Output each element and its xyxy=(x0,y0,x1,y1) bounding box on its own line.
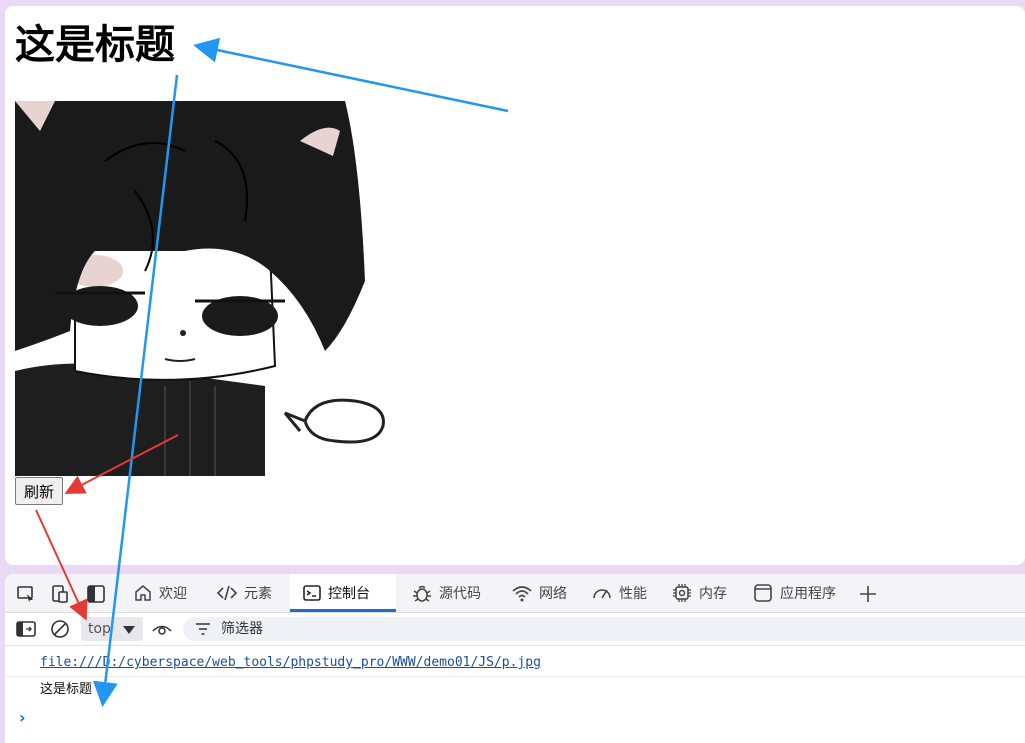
tab-application[interactable]: 应用程序 xyxy=(748,574,840,612)
caret-down-icon xyxy=(123,626,135,634)
inspect-element-icon[interactable] xyxy=(15,583,37,605)
tab-label: 内存 xyxy=(699,586,727,602)
tab-label: 欢迎 xyxy=(159,586,187,602)
device-toolbar-icon[interactable] xyxy=(49,583,71,605)
console-file-link[interactable]: file:///D:/cyberspace/web_tools/phpstudy… xyxy=(40,655,541,670)
sidebar-toggle-icon[interactable] xyxy=(15,618,37,640)
tab-label: 应用程序 xyxy=(780,586,836,602)
context-selector[interactable]: top xyxy=(81,617,143,641)
console-prompt-icon[interactable]: › xyxy=(19,708,26,727)
console-toolbar: top xyxy=(5,613,1025,646)
page-title: 这是标题 xyxy=(15,22,175,68)
context-value: top xyxy=(88,621,111,637)
tab-label: 性能 xyxy=(619,586,647,602)
tab-network[interactable]: 网络 xyxy=(507,574,571,612)
refresh-button[interactable]: 刷新 xyxy=(15,477,64,505)
tab-console[interactable]: 控制台 xyxy=(290,574,396,612)
console-message: 这是标题 xyxy=(5,677,1025,703)
add-tab-icon[interactable] xyxy=(857,583,879,605)
devtools-panel: 欢迎 元素 控制台 源代码 网络 性能 内存 应用程序 top 筛选器 file… xyxy=(5,574,1025,743)
tab-label: 网络 xyxy=(539,586,567,602)
tab-label: 控制台 xyxy=(328,586,370,602)
tab-welcome[interactable]: 欢迎 xyxy=(129,574,191,612)
tab-sources[interactable]: 源代码 xyxy=(407,574,485,612)
dock-side-icon[interactable] xyxy=(85,583,107,605)
home-icon xyxy=(135,585,151,601)
bug-icon xyxy=(413,585,431,602)
chip-icon xyxy=(673,584,691,602)
tab-performance[interactable]: 性能 xyxy=(587,574,651,612)
cartoon-image xyxy=(15,101,390,476)
code-icon xyxy=(216,585,238,601)
wifi-icon xyxy=(512,586,532,602)
filter-box[interactable] xyxy=(183,617,1025,641)
devtools-tabbar: 欢迎 元素 控制台 源代码 网络 性能 内存 应用程序 xyxy=(5,574,1025,613)
filter-icon xyxy=(196,623,210,635)
console-icon xyxy=(303,585,321,601)
tab-label: 源代码 xyxy=(439,586,481,602)
gauge-icon xyxy=(593,589,611,599)
browser-viewport: 这是标题 刷新 xyxy=(5,6,1025,565)
console-message: file:///D:/cyberspace/web_tools/phpstudy… xyxy=(5,650,1025,677)
app-window-icon xyxy=(754,584,772,602)
clear-console-icon[interactable] xyxy=(49,618,71,640)
tab-label: 元素 xyxy=(244,586,272,602)
filter-input[interactable] xyxy=(219,620,823,638)
tab-memory[interactable]: 内存 xyxy=(667,574,731,612)
tab-elements[interactable]: 元素 xyxy=(212,574,276,612)
eye-icon[interactable] xyxy=(151,618,173,640)
console-log-text: 这是标题 xyxy=(40,682,93,697)
